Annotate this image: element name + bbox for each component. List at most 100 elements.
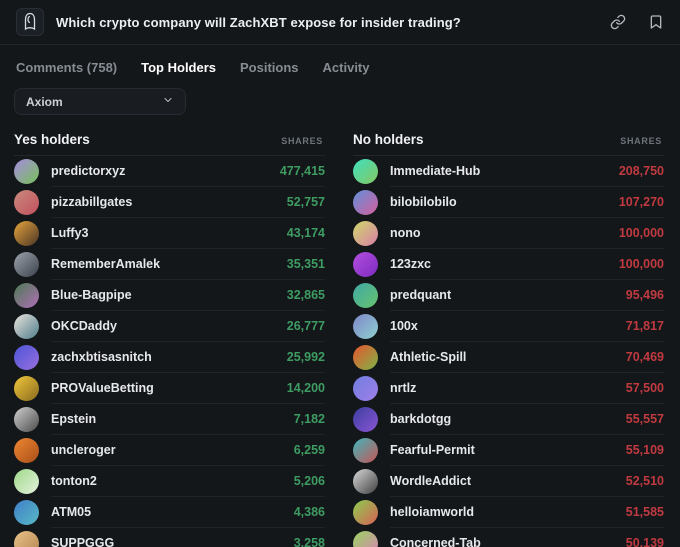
holder-name: SUPPGGG	[51, 536, 114, 547]
holder-row[interactable]: bilobilobilo 107,270	[353, 187, 664, 218]
holder-shares: 32,865	[287, 288, 325, 302]
holder-avatar	[353, 314, 378, 339]
holder-row[interactable]: OKCDaddy 26,777	[14, 311, 325, 342]
holder-name: tonton2	[51, 474, 97, 488]
holder-shares: 95,496	[626, 288, 664, 302]
holder-row[interactable]: helloiamworld51,585	[353, 497, 664, 528]
holder-avatar	[353, 345, 378, 370]
holder-row[interactable]: tonton2 5,206	[14, 466, 325, 497]
holder-row[interactable]: pizzabillgates 52,757	[14, 187, 325, 218]
holder-row[interactable]: 123zxc100,000	[353, 249, 664, 280]
holder-shares: 70,469	[626, 350, 664, 364]
holder-avatar	[353, 500, 378, 525]
market-avatar	[16, 8, 44, 36]
holder-name: OKCDaddy	[51, 319, 117, 333]
holder-row-main: WordleAddict52,510	[390, 466, 664, 497]
tab-bar: Comments (758) Top Holders Positions Activi…	[0, 45, 680, 75]
holder-shares: 208,750	[619, 164, 664, 178]
holder-row-main: Fearful-Permit55,109	[390, 435, 664, 466]
holder-name: zachxbtisasnitch	[51, 350, 152, 364]
holder-row[interactable]: predquant95,496	[353, 280, 664, 311]
holder-row[interactable]: Blue-Bagpipe 32,865	[14, 280, 325, 311]
holder-row-main: helloiamworld51,585	[390, 497, 664, 528]
holder-shares: 25,992	[287, 350, 325, 364]
chevron-down-icon	[162, 93, 174, 111]
tab-positions[interactable]: Positions	[240, 60, 299, 75]
holder-avatar	[14, 345, 39, 370]
holder-row-main: zachxbtisasnitch 25,992	[51, 342, 325, 373]
holder-name: predictorxyz	[51, 164, 125, 178]
holder-shares: 26,777	[287, 319, 325, 333]
holder-shares: 14,200	[287, 381, 325, 395]
holder-row[interactable]: uncleroger6,259	[14, 435, 325, 466]
holder-row-main: PROValueBetting 14,200	[51, 373, 325, 404]
holder-row[interactable]: barkdotgg 55,557	[353, 404, 664, 435]
holder-avatar	[14, 190, 39, 215]
hooded-figure-icon	[22, 12, 38, 32]
holder-shares: 5,206	[294, 474, 325, 488]
holder-name: barkdotgg	[390, 412, 451, 426]
holder-shares: 51,585	[626, 505, 664, 519]
holder-row[interactable]: Luffy343,174	[14, 218, 325, 249]
holder-avatar	[353, 283, 378, 308]
holder-shares: 55,557	[626, 412, 664, 426]
holder-name: PROValueBetting	[51, 381, 154, 395]
shares-header: SHARES	[620, 136, 662, 146]
holder-row[interactable]: zachxbtisasnitch 25,992	[14, 342, 325, 373]
holder-name: Immediate-Hub	[390, 164, 480, 178]
tab-comments-758[interactable]: Comments (758)	[16, 60, 117, 75]
market-filter-dropdown[interactable]: Axiom	[14, 88, 186, 115]
holder-shares: 35,351	[287, 257, 325, 271]
holder-row[interactable]: Athletic-Spill70,469	[353, 342, 664, 373]
holder-avatar	[353, 407, 378, 432]
holder-name: nrtlz	[390, 381, 416, 395]
holder-row-main: Athletic-Spill70,469	[390, 342, 664, 373]
yes-holders-list: predictorxyz477,415 pizzabillgates 52,757 L…	[14, 156, 325, 547]
holder-row-main: ATM054,386	[51, 497, 325, 528]
holder-row-main: 123zxc100,000	[390, 249, 664, 280]
holder-avatar	[353, 438, 378, 463]
bookmark-icon[interactable]	[648, 14, 664, 30]
holder-shares: 100,000	[619, 226, 664, 240]
yes-holders-column: Yes holders SHARES predictorxyz477,415pi…	[14, 128, 325, 547]
holder-row-main: Blue-Bagpipe 32,865	[51, 280, 325, 311]
holder-avatar	[14, 376, 39, 401]
holder-row[interactable]: RememberAmalek35,351	[14, 249, 325, 280]
holder-name: pizzabillgates	[51, 195, 132, 209]
holder-avatar	[14, 438, 39, 463]
holder-row-main: nrtlz57,500	[390, 373, 664, 404]
holder-row[interactable]: SUPPGGG3,258	[14, 528, 325, 547]
holder-row[interactable]: predictorxyz477,415	[14, 156, 325, 187]
holder-row[interactable]: nrtlz57,500	[353, 373, 664, 404]
column-header: Yes holders SHARES	[14, 128, 325, 156]
holder-row[interactable]: ATM054,386	[14, 497, 325, 528]
shares-header: SHARES	[281, 136, 323, 146]
holder-row[interactable]: Fearful-Permit55,109	[353, 435, 664, 466]
holder-row-main: barkdotgg 55,557	[390, 404, 664, 435]
holder-row-main: Concerned-Tab50,139	[390, 528, 664, 547]
dropdown-selected-value: Axiom	[26, 95, 63, 109]
tab-top-holders[interactable]: Top Holders	[141, 60, 216, 75]
holder-name: Blue-Bagpipe	[51, 288, 132, 302]
holder-shares: 52,757	[287, 195, 325, 209]
no-holders-list: Immediate-Hub 208,750 bilobilobilo 107,270 n…	[353, 156, 664, 547]
holder-row[interactable]: WordleAddict52,510	[353, 466, 664, 497]
holder-shares: 71,817	[626, 319, 664, 333]
holder-avatar	[353, 221, 378, 246]
holder-avatar	[14, 469, 39, 494]
tab-activity[interactable]: Activity	[323, 60, 370, 75]
holder-avatar	[14, 159, 39, 184]
holder-name: Luffy3	[51, 226, 89, 240]
market-page: Which crypto company will ZachXBT expose…	[0, 0, 680, 547]
holder-row[interactable]: nono100,000	[353, 218, 664, 249]
holder-row[interactable]: Concerned-Tab50,139	[353, 528, 664, 547]
holder-avatar	[14, 252, 39, 277]
column-title: Yes holders	[14, 132, 90, 147]
holder-name: bilobilobilo	[390, 195, 457, 209]
holder-row[interactable]: PROValueBetting 14,200	[14, 373, 325, 404]
holder-row[interactable]: Epstein7,182	[14, 404, 325, 435]
holder-shares: 107,270	[619, 195, 664, 209]
holder-row[interactable]: 100x71,817	[353, 311, 664, 342]
link-icon[interactable]	[610, 14, 626, 30]
holder-row[interactable]: Immediate-Hub 208,750	[353, 156, 664, 187]
